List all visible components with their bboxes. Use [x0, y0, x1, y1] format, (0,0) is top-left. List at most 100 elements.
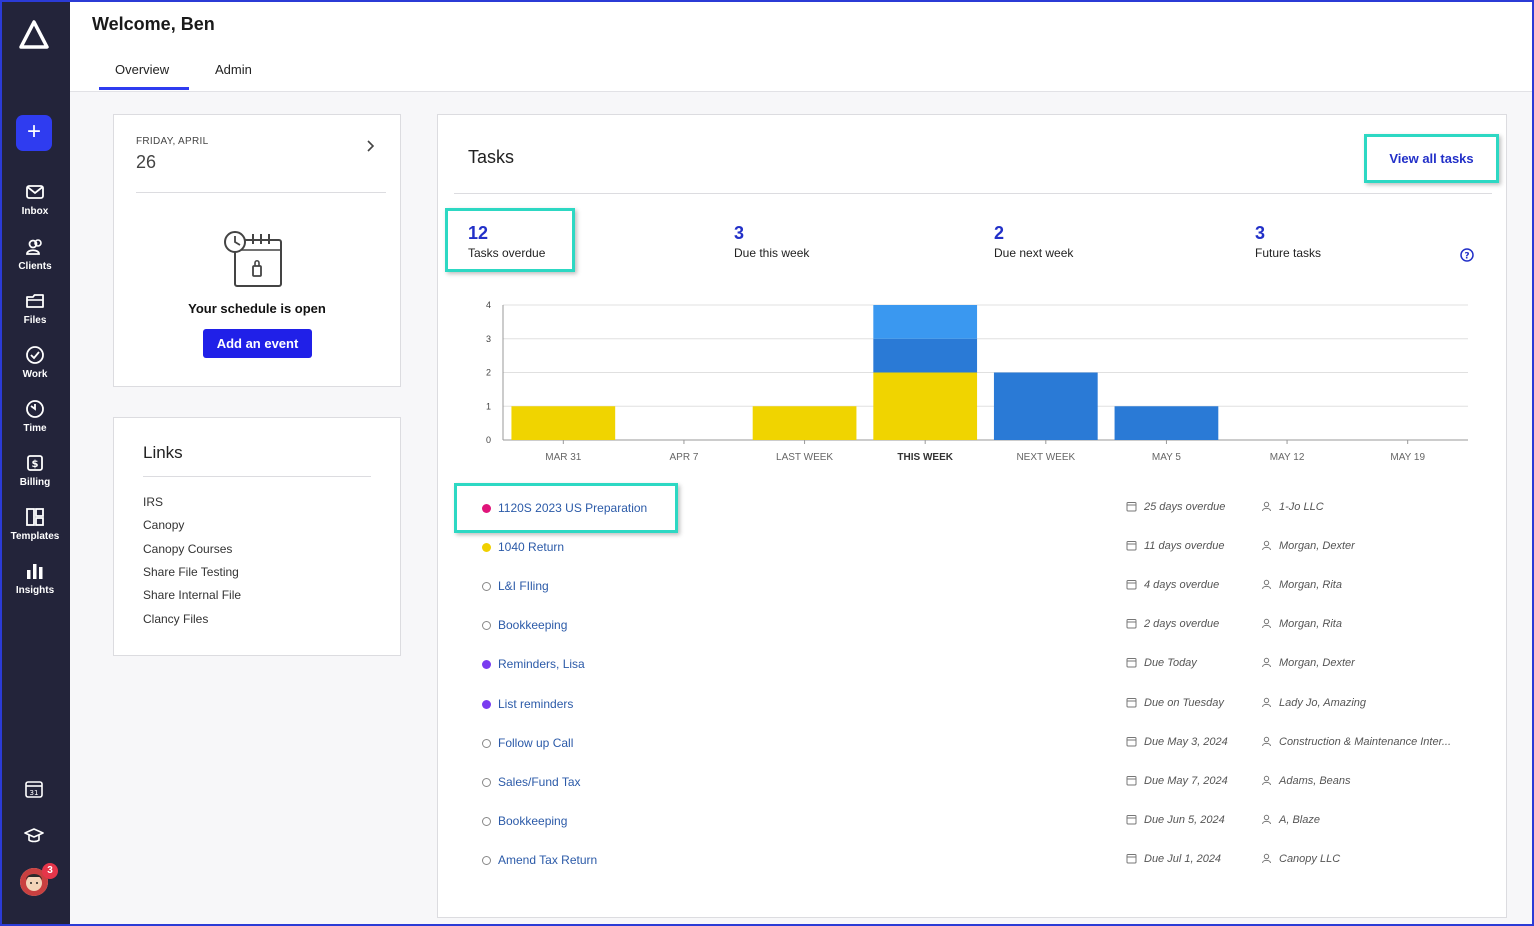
- graduation-cap-icon[interactable]: [24, 825, 44, 845]
- calendar-icon: [1126, 814, 1137, 825]
- chevron-right-icon[interactable]: [366, 139, 376, 153]
- task-row[interactable]: Bookkeeping Due Jun 5, 2024 A, Blaze: [478, 812, 1478, 832]
- user-icon: [1262, 775, 1271, 785]
- task-client[interactable]: 1-Jo LLC: [1279, 501, 1324, 513]
- sidebar: + Inbox Clients Files Work Time $ Billin…: [0, 0, 70, 926]
- task-client[interactable]: Morgan, Rita: [1279, 618, 1342, 630]
- canopy-logo-icon[interactable]: [19, 20, 49, 50]
- stat-label: Tasks overdue: [468, 246, 546, 260]
- task-row[interactable]: 1040 Return 11 days overdue Morgan, Dexter: [478, 538, 1478, 558]
- tasks-title: Tasks: [468, 147, 515, 167]
- create-new-button[interactable]: +: [16, 115, 52, 151]
- y-tick-label: 2: [486, 368, 491, 378]
- chart-bar[interactable]: [873, 305, 978, 339]
- sidebar-item-insights[interactable]: Insights: [0, 561, 70, 607]
- add-event-button[interactable]: Add an event: [203, 329, 312, 358]
- bar-chart-icon: [27, 564, 43, 579]
- sidebar-item-clients[interactable]: Clients: [0, 237, 70, 283]
- x-tick-label: MAY 12: [1270, 452, 1305, 463]
- task-row[interactable]: Amend Tax Return Due Jul 1, 2024 Canopy LL…: [478, 851, 1478, 871]
- task-due-date: 25 days overdue: [1144, 501, 1226, 513]
- calendar-icon[interactable]: 31: [24, 779, 44, 799]
- task-client[interactable]: Canopy LLC: [1279, 853, 1340, 865]
- calendar-icon: [1126, 736, 1137, 747]
- link-item[interactable]: Canopy Courses: [143, 542, 232, 556]
- stat-value: 3: [734, 223, 745, 243]
- task-client[interactable]: Lady Jo, Amazing: [1279, 697, 1366, 709]
- view-all-tasks-button[interactable]: View all tasks: [1364, 134, 1499, 183]
- chart-bar[interactable]: [873, 372, 978, 441]
- chart-bar[interactable]: [993, 372, 1098, 441]
- link-item[interactable]: Share File Testing: [143, 565, 239, 579]
- task-status-dot: [482, 660, 491, 670]
- user-icon: [1262, 540, 1271, 551]
- task-status-dot: [482, 738, 491, 748]
- user-icon: [1262, 736, 1271, 746]
- task-row[interactable]: L&I FIling 4 days overdue Morgan, Rita: [478, 577, 1478, 597]
- templates-icon: [26, 508, 44, 526]
- calendar-icon: [1126, 541, 1137, 551]
- calendar-icon-text: 31: [30, 789, 39, 797]
- task-status-dot: [482, 582, 491, 592]
- task-name-link[interactable]: 1040 Return: [498, 540, 564, 554]
- task-row[interactable]: List reminders Due on Tuesday Lady Jo, Ama…: [478, 695, 1478, 715]
- task-name-link[interactable]: List reminders: [498, 697, 573, 711]
- tab-admin[interactable]: Admin: [215, 62, 252, 77]
- chart-bar[interactable]: [873, 338, 978, 373]
- link-item[interactable]: Canopy: [143, 518, 184, 532]
- stat-tasks-overdue[interactable]: 12 Tasks overdue: [468, 223, 545, 260]
- task-client[interactable]: Adams, Beans: [1279, 775, 1351, 787]
- task-row[interactable]: Follow up Call Due May 3, 2024 Constructio…: [478, 734, 1478, 754]
- task-client[interactable]: A, Blaze: [1279, 814, 1320, 826]
- link-item[interactable]: Clancy Files: [143, 612, 208, 626]
- sidebar-item-time[interactable]: Time: [0, 399, 70, 445]
- stat-label: Future tasks: [1255, 246, 1322, 260]
- task-name-link[interactable]: Sales/Fund Tax: [498, 775, 581, 789]
- stat-due-next-week[interactable]: 2 Due next week: [994, 223, 1073, 260]
- chart-bar[interactable]: [1114, 406, 1219, 440]
- link-item[interactable]: IRS: [143, 495, 163, 509]
- task-due-date: Due on Tuesday: [1144, 696, 1224, 709]
- sidebar-item-work[interactable]: Work: [0, 345, 70, 391]
- sidebar-item-label: Work: [22, 369, 48, 380]
- stat-future-tasks[interactable]: 3 Future tasks: [1255, 223, 1321, 260]
- task-client[interactable]: Morgan, Dexter: [1279, 657, 1355, 669]
- user-icon: [1262, 853, 1271, 864]
- task-row[interactable]: Reminders, Lisa Due Today Morgan, Dexter: [478, 655, 1478, 675]
- help-icon[interactable]: ?: [1460, 248, 1474, 262]
- task-name-link[interactable]: Follow up Call: [498, 736, 573, 750]
- sidebar-item-templates[interactable]: Templates: [0, 507, 70, 553]
- calendar-icon: [1126, 697, 1137, 707]
- chart-bar[interactable]: [511, 406, 616, 440]
- task-name-link[interactable]: L&I FIling: [498, 579, 549, 593]
- task-client[interactable]: Morgan, Rita: [1279, 579, 1342, 591]
- sidebar-item-inbox[interactable]: Inbox: [0, 182, 70, 228]
- tasks-card: Tasks View all tasks 12 Tasks overdue 3 …: [437, 114, 1507, 918]
- task-due-date: Due Jul 1, 2024: [1144, 852, 1222, 865]
- schedule-message: Your schedule is open: [188, 301, 326, 316]
- y-tick-label: 3: [486, 334, 491, 344]
- task-row[interactable]: Sales/Fund Tax Due May 7, 2024 Adams, Bean…: [478, 773, 1478, 793]
- sidebar-item-billing[interactable]: $ Billing: [0, 453, 70, 499]
- y-tick-label: 4: [486, 300, 491, 310]
- sidebar-item-label: Billing: [19, 477, 51, 488]
- task-status-dot: [482, 816, 491, 826]
- link-item[interactable]: Share Internal File: [143, 588, 241, 602]
- task-client[interactable]: Construction & Maintenance Inter...: [1279, 736, 1451, 748]
- tab-overview[interactable]: Overview: [115, 62, 169, 77]
- stat-due-this-week[interactable]: 3 Due this week: [734, 223, 809, 260]
- task-name-link[interactable]: 1120S 2023 US Preparation: [498, 501, 647, 515]
- task-name-link[interactable]: Bookkeeping: [498, 814, 567, 828]
- user-icon: [1262, 619, 1271, 629]
- task-name-link[interactable]: Amend Tax Return: [498, 853, 597, 867]
- sidebar-item-files[interactable]: Files: [0, 291, 70, 337]
- task-row[interactable]: 1120S 2023 US Preparation 25 days overdue…: [478, 499, 1478, 519]
- task-client[interactable]: Morgan, Dexter: [1279, 540, 1355, 552]
- user-icon: [1262, 658, 1271, 668]
- task-name-link[interactable]: Reminders, Lisa: [498, 657, 585, 671]
- dollar-icon: $: [27, 455, 43, 471]
- task-row[interactable]: Bookkeeping 2 days overdue Morgan, Rita: [478, 616, 1478, 636]
- chart-bar[interactable]: [752, 406, 857, 440]
- task-name-link[interactable]: Bookkeeping: [498, 618, 567, 632]
- calendar-icon: [1126, 658, 1137, 668]
